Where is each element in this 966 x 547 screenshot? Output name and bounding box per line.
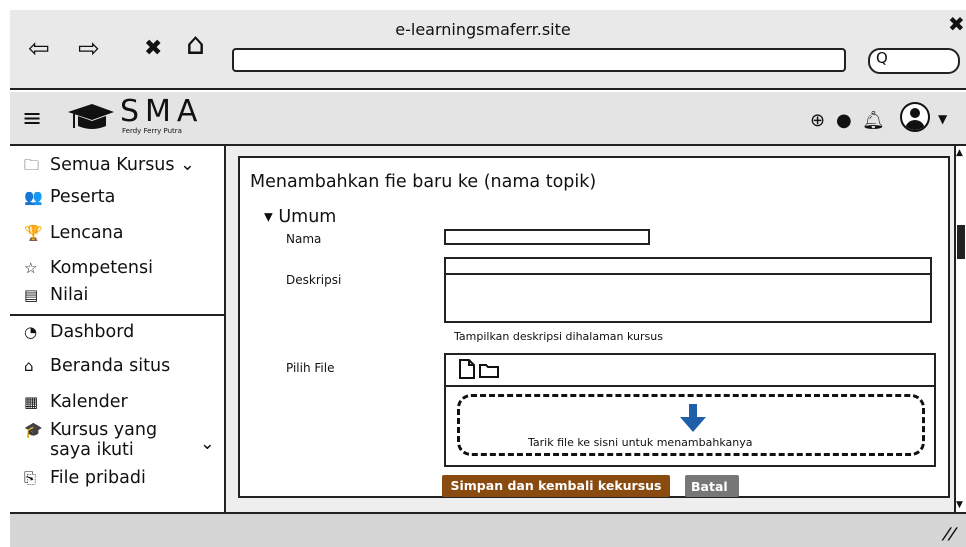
sidebar-item-label: Lencana: [50, 223, 124, 243]
graduation-cap-icon: 🎓: [24, 421, 43, 439]
calendar-icon: ▦: [24, 393, 39, 411]
sidebar-item-label: Kursus yang: [50, 420, 158, 440]
nama-label: Nama: [286, 232, 322, 246]
trophy-icon: 🏆: [24, 224, 43, 242]
menu-icon[interactable]: ≡: [22, 104, 42, 132]
editor-toolbar: [446, 273, 930, 275]
section-umum-toggle[interactable]: ▾ Umum: [264, 207, 336, 227]
sidebar-item-label: File pribadi: [50, 468, 146, 488]
download-arrow-icon: [680, 404, 706, 432]
scroll-down-icon[interactable]: ▼: [956, 500, 963, 510]
sidebar-item-label: Kompetensi: [50, 258, 153, 278]
home-icon: ⌂: [24, 357, 34, 375]
stop-icon[interactable]: ✖: [144, 36, 162, 62]
sidebar-item-peserta[interactable]: 👥 Peserta: [24, 187, 115, 207]
graduation-cap-icon: [68, 104, 114, 129]
brand-logo-text: SMA: [120, 94, 204, 129]
back-icon[interactable]: ⇦: [28, 36, 50, 62]
search-icon: Q: [876, 49, 888, 67]
sidebar-item-semua-kursus[interactable]: 🗀 Semua Kursus ⌄: [24, 155, 195, 180]
bell-icon[interactable]: 🔔︎: [862, 110, 885, 131]
sidebar-item-label: Beranda situs: [50, 356, 171, 376]
scrollbar-thumb[interactable]: [957, 225, 965, 259]
avatar[interactable]: [900, 102, 930, 132]
file-icon[interactable]: [458, 358, 476, 380]
cancel-button[interactable]: Batal: [685, 475, 739, 497]
close-icon[interactable]: ✖: [948, 12, 965, 36]
sidebar-item-kalender[interactable]: ▦ Kalender: [24, 392, 128, 412]
sidebar-item-dashbord[interactable]: ◔ Dashbord: [24, 322, 134, 342]
sidebar-item-kompetensi[interactable]: ☆ Kompetensi: [24, 258, 153, 278]
sidebar-item-nilai[interactable]: ▤ Nilai: [24, 285, 88, 305]
search-box[interactable]: Q: [868, 48, 960, 74]
home-icon[interactable]: ⌂: [186, 30, 205, 60]
address-bar[interactable]: [232, 48, 846, 72]
sidebar-item-label: Peserta: [50, 187, 116, 207]
dashboard-icon: ◔: [24, 323, 38, 341]
sidebar-item-label: Semua Kursus: [50, 155, 175, 175]
users-icon: 👥: [24, 188, 43, 206]
sidebar-item-beranda-situs[interactable]: ⌂ Beranda situs: [24, 356, 170, 376]
scrollbar[interactable]: [954, 146, 966, 512]
scroll-up-icon[interactable]: ▲: [956, 148, 963, 158]
sidebar-item-label: Kalender: [50, 392, 128, 412]
brand-subtitle: Ferdy Ferry Putra: [122, 127, 182, 135]
sidebar-item-label: saya ikuti: [50, 440, 134, 460]
sidebar-item-label: Dashbord: [50, 322, 135, 342]
folder-icon[interactable]: [478, 361, 500, 379]
save-and-return-button[interactable]: Simpan dan kembali kekursus: [442, 475, 670, 497]
nama-input[interactable]: [444, 229, 650, 245]
folder-icon: 🗀: [24, 156, 40, 174]
dropzone-text: Tarik file ke sisni untuk menambahkanya: [528, 436, 753, 449]
sidebar-item-kursus-yang-saya-ikuti[interactable]: 🎓 Kursus yang saya ikuti ⌄: [24, 420, 215, 460]
star-icon: ☆: [24, 259, 38, 277]
pilih-file-label: Pilih File: [286, 361, 335, 375]
sidebar-item-file-pribadi[interactable]: ⎘ File pribadi: [24, 468, 146, 488]
book-icon: ▤: [24, 286, 39, 304]
page-title: Menambahkan fie baru ke (nama topik): [250, 172, 597, 192]
globe-icon[interactable]: ⊕: [810, 110, 825, 131]
sidebar-item-label: Nilai: [50, 285, 89, 305]
sidebar-item-lencana[interactable]: 🏆 Lencana: [24, 223, 123, 243]
chevron-down-icon: ⌄: [200, 434, 215, 454]
files-icon: ⎘: [24, 469, 37, 487]
sidebar-divider: [10, 314, 226, 316]
status-bar: [10, 512, 966, 547]
deskripsi-textarea[interactable]: [444, 257, 932, 323]
deskripsi-label: Deskripsi: [286, 273, 342, 287]
deskripsi-hint: Tampilkan deskripsi dihalaman kursus: [454, 330, 663, 343]
chevron-down-icon[interactable]: ▼: [938, 112, 947, 126]
chevron-down-icon: ⌄: [180, 155, 195, 175]
forward-icon[interactable]: ⇨: [78, 36, 100, 62]
chat-icon[interactable]: ●: [836, 110, 852, 131]
